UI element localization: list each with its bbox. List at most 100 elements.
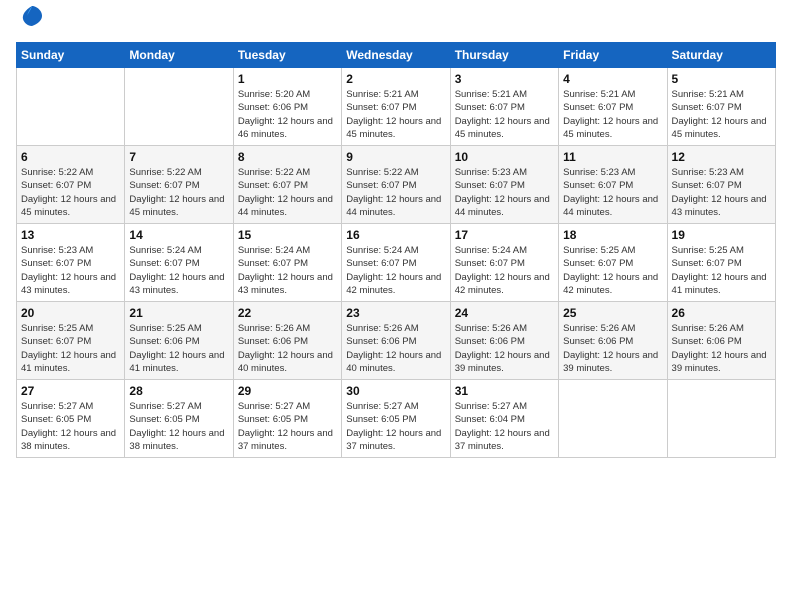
day-info: Sunrise: 5:27 AM Sunset: 6:05 PM Dayligh… bbox=[129, 400, 228, 453]
day-number: 30 bbox=[346, 384, 445, 398]
day-number: 11 bbox=[563, 150, 662, 164]
calendar-cell: 4 Sunrise: 5:21 AM Sunset: 6:07 PM Daylig… bbox=[559, 68, 667, 146]
page: SundayMondayTuesdayWednesdayThursdayFrid… bbox=[0, 0, 792, 612]
calendar-cell: 18 Sunrise: 5:25 AM Sunset: 6:07 PM Dayli… bbox=[559, 224, 667, 302]
col-header-monday: Monday bbox=[125, 43, 233, 68]
calendar-cell: 3 Sunrise: 5:21 AM Sunset: 6:07 PM Daylig… bbox=[450, 68, 558, 146]
day-number: 6 bbox=[21, 150, 120, 164]
calendar-cell bbox=[559, 380, 667, 458]
calendar-cell: 26 Sunrise: 5:26 AM Sunset: 6:06 PM Dayli… bbox=[667, 302, 775, 380]
calendar-cell: 6 Sunrise: 5:22 AM Sunset: 6:07 PM Daylig… bbox=[17, 146, 125, 224]
day-number: 26 bbox=[672, 306, 771, 320]
calendar-cell: 22Sunrise: 5:26 AM Sunset: 6:06 PM Dayli… bbox=[233, 302, 341, 380]
day-info: Sunrise: 5:26 AM Sunset: 6:06 PM Dayligh… bbox=[563, 322, 662, 375]
day-number: 20 bbox=[21, 306, 120, 320]
day-info: Sunrise: 5:23 AM Sunset: 6:07 PM Dayligh… bbox=[21, 244, 120, 297]
calendar-cell: 24 Sunrise: 5:26 AM Sunset: 6:06 PM Dayli… bbox=[450, 302, 558, 380]
day-info: Sunrise: 5:27 AM Sunset: 6:04 PM Dayligh… bbox=[455, 400, 554, 453]
calendar-cell: 29 Sunrise: 5:27 AM Sunset: 6:05 PM Dayli… bbox=[233, 380, 341, 458]
day-number: 14 bbox=[129, 228, 228, 242]
day-number: 10 bbox=[455, 150, 554, 164]
day-info: Sunrise: 5:25 AM Sunset: 6:06 PM Dayligh… bbox=[129, 322, 228, 375]
calendar-table: SundayMondayTuesdayWednesdayThursdayFrid… bbox=[16, 42, 776, 458]
day-number: 7 bbox=[129, 150, 228, 164]
calendar-cell: 21 Sunrise: 5:25 AM Sunset: 6:06 PM Dayli… bbox=[125, 302, 233, 380]
col-header-tuesday: Tuesday bbox=[233, 43, 341, 68]
day-info: Sunrise: 5:27 AM Sunset: 6:05 PM Dayligh… bbox=[238, 400, 337, 453]
day-number: 4 bbox=[563, 72, 662, 86]
day-info: Sunrise: 5:25 AM Sunset: 6:07 PM Dayligh… bbox=[563, 244, 662, 297]
day-number: 31 bbox=[455, 384, 554, 398]
day-info: Sunrise: 5:26 AM Sunset: 6:06 PM Dayligh… bbox=[346, 322, 445, 375]
calendar-cell: 20 Sunrise: 5:25 AM Sunset: 6:07 PM Dayli… bbox=[17, 302, 125, 380]
calendar-cell: 31 Sunrise: 5:27 AM Sunset: 6:04 PM Dayli… bbox=[450, 380, 558, 458]
day-number: 22 bbox=[238, 306, 337, 320]
calendar-cell: 13 Sunrise: 5:23 AM Sunset: 6:07 PM Dayli… bbox=[17, 224, 125, 302]
calendar-cell: 15Sunrise: 5:24 AM Sunset: 6:07 PM Dayli… bbox=[233, 224, 341, 302]
day-info: Sunrise: 5:21 AM Sunset: 6:07 PM Dayligh… bbox=[455, 88, 554, 141]
day-info: Sunrise: 5:24 AM Sunset: 6:07 PM Dayligh… bbox=[129, 244, 228, 297]
day-info: Sunrise: 5:21 AM Sunset: 6:07 PM Dayligh… bbox=[563, 88, 662, 141]
day-info: Sunrise: 5:25 AM Sunset: 6:07 PM Dayligh… bbox=[672, 244, 771, 297]
calendar-cell: 7 Sunrise: 5:22 AM Sunset: 6:07 PM Daylig… bbox=[125, 146, 233, 224]
day-info: Sunrise: 5:23 AM Sunset: 6:07 PM Dayligh… bbox=[455, 166, 554, 219]
calendar-cell: 25 Sunrise: 5:26 AM Sunset: 6:06 PM Dayli… bbox=[559, 302, 667, 380]
calendar-cell: 1 Sunrise: 5:20 AM Sunset: 6:06 PM Daylig… bbox=[233, 68, 341, 146]
calendar-week-row: 20 Sunrise: 5:25 AM Sunset: 6:07 PM Dayli… bbox=[17, 302, 776, 380]
day-info: Sunrise: 5:22 AM Sunset: 6:07 PM Dayligh… bbox=[129, 166, 228, 219]
day-number: 21 bbox=[129, 306, 228, 320]
day-number: 13 bbox=[21, 228, 120, 242]
calendar-cell: 9 Sunrise: 5:22 AM Sunset: 6:07 PM Daylig… bbox=[342, 146, 450, 224]
day-number: 18 bbox=[563, 228, 662, 242]
day-number: 19 bbox=[672, 228, 771, 242]
col-header-friday: Friday bbox=[559, 43, 667, 68]
day-info: Sunrise: 5:21 AM Sunset: 6:07 PM Dayligh… bbox=[672, 88, 771, 141]
calendar-cell: 8 Sunrise: 5:22 AM Sunset: 6:07 PM Daylig… bbox=[233, 146, 341, 224]
calendar-cell bbox=[125, 68, 233, 146]
calendar-week-row: 6 Sunrise: 5:22 AM Sunset: 6:07 PM Daylig… bbox=[17, 146, 776, 224]
calendar-cell: 10 Sunrise: 5:23 AM Sunset: 6:07 PM Dayli… bbox=[450, 146, 558, 224]
day-number: 28 bbox=[129, 384, 228, 398]
calendar-cell: 2 Sunrise: 5:21 AM Sunset: 6:07 PM Daylig… bbox=[342, 68, 450, 146]
day-number: 16 bbox=[346, 228, 445, 242]
day-info: Sunrise: 5:22 AM Sunset: 6:07 PM Dayligh… bbox=[238, 166, 337, 219]
day-number: 24 bbox=[455, 306, 554, 320]
calendar-cell: 5Sunrise: 5:21 AM Sunset: 6:07 PM Daylig… bbox=[667, 68, 775, 146]
day-info: Sunrise: 5:20 AM Sunset: 6:06 PM Dayligh… bbox=[238, 88, 337, 141]
calendar-header-row: SundayMondayTuesdayWednesdayThursdayFrid… bbox=[17, 43, 776, 68]
day-info: Sunrise: 5:23 AM Sunset: 6:07 PM Dayligh… bbox=[563, 166, 662, 219]
day-info: Sunrise: 5:22 AM Sunset: 6:07 PM Dayligh… bbox=[346, 166, 445, 219]
day-number: 8 bbox=[238, 150, 337, 164]
day-number: 1 bbox=[238, 72, 337, 86]
calendar-cell: 17 Sunrise: 5:24 AM Sunset: 6:07 PM Dayli… bbox=[450, 224, 558, 302]
day-info: Sunrise: 5:26 AM Sunset: 6:06 PM Dayligh… bbox=[455, 322, 554, 375]
header bbox=[16, 10, 776, 36]
day-info: Sunrise: 5:27 AM Sunset: 6:05 PM Dayligh… bbox=[346, 400, 445, 453]
calendar-cell: 19 Sunrise: 5:25 AM Sunset: 6:07 PM Dayli… bbox=[667, 224, 775, 302]
calendar-cell: 28 Sunrise: 5:27 AM Sunset: 6:05 PM Dayli… bbox=[125, 380, 233, 458]
calendar-cell: 11 Sunrise: 5:23 AM Sunset: 6:07 PM Dayli… bbox=[559, 146, 667, 224]
calendar-cell: 30 Sunrise: 5:27 AM Sunset: 6:05 PM Dayli… bbox=[342, 380, 450, 458]
calendar-cell: 12 Sunrise: 5:23 AM Sunset: 6:07 PM Dayli… bbox=[667, 146, 775, 224]
day-number: 3 bbox=[455, 72, 554, 86]
col-header-saturday: Saturday bbox=[667, 43, 775, 68]
day-number: 23 bbox=[346, 306, 445, 320]
day-info: Sunrise: 5:22 AM Sunset: 6:07 PM Dayligh… bbox=[21, 166, 120, 219]
day-number: 17 bbox=[455, 228, 554, 242]
logo-bird-icon bbox=[18, 2, 46, 36]
day-number: 29 bbox=[238, 384, 337, 398]
calendar-week-row: 1 Sunrise: 5:20 AM Sunset: 6:06 PM Daylig… bbox=[17, 68, 776, 146]
day-info: Sunrise: 5:24 AM Sunset: 6:07 PM Dayligh… bbox=[455, 244, 554, 297]
calendar-cell: 23 Sunrise: 5:26 AM Sunset: 6:06 PM Dayli… bbox=[342, 302, 450, 380]
day-info: Sunrise: 5:21 AM Sunset: 6:07 PM Dayligh… bbox=[346, 88, 445, 141]
day-number: 25 bbox=[563, 306, 662, 320]
day-info: Sunrise: 5:23 AM Sunset: 6:07 PM Dayligh… bbox=[672, 166, 771, 219]
day-info: Sunrise: 5:26 AM Sunset: 6:06 PM Dayligh… bbox=[672, 322, 771, 375]
col-header-thursday: Thursday bbox=[450, 43, 558, 68]
calendar-cell: 14 Sunrise: 5:24 AM Sunset: 6:07 PM Dayli… bbox=[125, 224, 233, 302]
day-number: 12 bbox=[672, 150, 771, 164]
day-number: 2 bbox=[346, 72, 445, 86]
calendar-week-row: 13 Sunrise: 5:23 AM Sunset: 6:07 PM Dayli… bbox=[17, 224, 776, 302]
day-number: 9 bbox=[346, 150, 445, 164]
day-info: Sunrise: 5:25 AM Sunset: 6:07 PM Dayligh… bbox=[21, 322, 120, 375]
